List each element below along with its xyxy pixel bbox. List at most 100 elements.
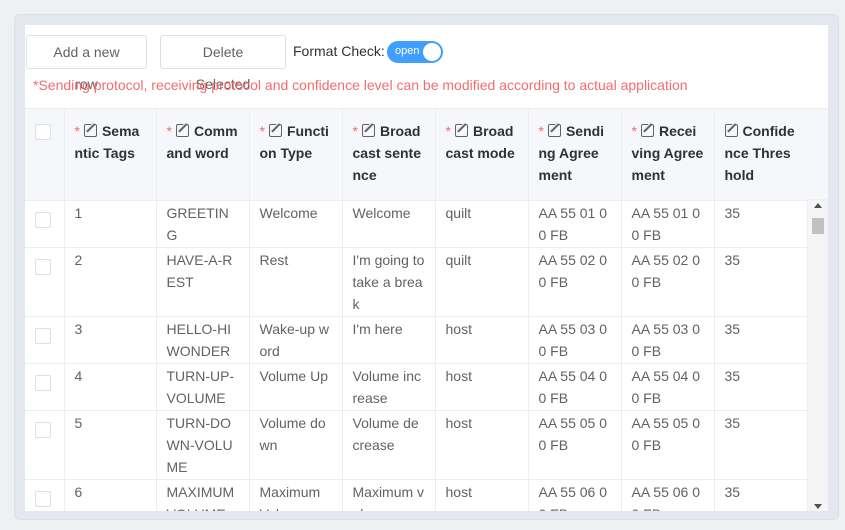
table-cell[interactable]: Welcome bbox=[342, 200, 436, 248]
table-cell[interactable]: host bbox=[435, 316, 529, 364]
row-checkbox[interactable] bbox=[35, 258, 51, 275]
column-header: * Function Type bbox=[249, 109, 343, 201]
table-cell[interactable]: 2 bbox=[64, 247, 157, 317]
table-row[interactable]: 1 GREETING Welcome Welcome quilt AA 55 01 00 … bbox=[25, 200, 808, 248]
notice-text: *Sending protocol, receiving protocol an… bbox=[33, 77, 688, 93]
format-check-toggle[interactable]: open bbox=[387, 41, 443, 63]
row-checkbox[interactable] bbox=[35, 211, 51, 228]
table-cell[interactable]: 35 bbox=[714, 410, 808, 480]
table-cell[interactable]: Rest bbox=[249, 247, 343, 317]
table-row[interactable]: 4 TURN-UP-VOLUME Volume Up Volume increase h… bbox=[25, 363, 808, 411]
edit-icon bbox=[83, 124, 97, 137]
table-cell[interactable]: 4 bbox=[64, 363, 157, 411]
edit-icon bbox=[640, 124, 654, 137]
select-all-checkbox[interactable] bbox=[35, 124, 51, 140]
table-cell[interactable]: host bbox=[435, 363, 529, 411]
edit-icon bbox=[268, 124, 282, 137]
table-cell[interactable]: Volume Up bbox=[249, 363, 343, 411]
scroll-up-arrow-icon[interactable] bbox=[814, 203, 822, 208]
table-cell[interactable]: Welcome bbox=[249, 200, 343, 248]
table-cell[interactable]: host bbox=[435, 410, 529, 480]
toggle-knob bbox=[423, 43, 441, 61]
column-header: Confidence Threshold bbox=[714, 109, 808, 201]
table-cell[interactable]: AA 55 01 00 FB bbox=[528, 200, 622, 248]
column-header: * Broadcast sentence bbox=[342, 109, 436, 201]
row-checkbox[interactable] bbox=[35, 374, 51, 391]
required-marker: * bbox=[445, 123, 451, 139]
row-checkbox[interactable] bbox=[35, 490, 51, 507]
table-cell[interactable]: host bbox=[435, 479, 529, 511]
table-cell[interactable]: 35 bbox=[714, 316, 808, 364]
column-header: * Semantic Tags bbox=[64, 109, 157, 201]
table-cell[interactable]: AA 55 02 00 FB bbox=[528, 247, 622, 317]
table-cell[interactable]: quilt bbox=[435, 247, 529, 317]
header-row: * Semantic Tags * Command word * Function Typ… bbox=[25, 109, 808, 201]
column-header: * Command word bbox=[156, 109, 250, 201]
row-select-cell bbox=[25, 247, 65, 317]
table-cell[interactable]: 35 bbox=[714, 363, 808, 411]
row-checkbox[interactable] bbox=[35, 421, 51, 438]
table-cell[interactable]: AA 55 05 00 FB bbox=[621, 410, 715, 480]
table-cell[interactable]: Maximum Volume bbox=[249, 479, 343, 511]
scroll-down-arrow-icon[interactable] bbox=[814, 504, 822, 509]
table-cell[interactable]: 35 bbox=[714, 200, 808, 248]
row-select-cell bbox=[25, 200, 65, 248]
scroll-thumb[interactable] bbox=[812, 218, 824, 234]
table-cell[interactable]: AA 55 02 00 FB bbox=[621, 247, 715, 317]
table-cell[interactable]: Volume down bbox=[249, 410, 343, 480]
required-marker: * bbox=[166, 123, 172, 139]
row-checkbox[interactable] bbox=[35, 327, 51, 344]
table-row[interactable]: 5 TURN-DOWN-VOLUME Volume down Volume decre… bbox=[25, 410, 808, 480]
table-cell[interactable]: AA 55 06 00 FB bbox=[528, 479, 622, 511]
edit-icon bbox=[175, 124, 189, 137]
table-cell[interactable]: TURN-DOWN-VOLUME bbox=[156, 410, 250, 480]
table-cell[interactable]: 1 bbox=[64, 200, 157, 248]
table-cell[interactable]: TURN-UP-VOLUME bbox=[156, 363, 250, 411]
table-cell[interactable]: AA 55 03 00 FB bbox=[621, 316, 715, 364]
required-marker: * bbox=[538, 123, 544, 139]
table-cell[interactable]: AA 55 04 00 FB bbox=[528, 363, 622, 411]
table-cell[interactable]: AA 55 04 00 FB bbox=[621, 363, 715, 411]
table-cell[interactable]: HELLO-HIWONDER bbox=[156, 316, 250, 364]
row-select-cell bbox=[25, 316, 65, 364]
table-cell[interactable]: AA 55 05 00 FB bbox=[528, 410, 622, 480]
table-cell[interactable]: 35 bbox=[714, 247, 808, 317]
table-row[interactable]: 2 HAVE-A-REST Rest I'm going to take a brea… bbox=[25, 247, 808, 317]
column-header: * Broadcast mode bbox=[435, 109, 529, 201]
column-header: * Receiving Agreement bbox=[621, 109, 715, 201]
row-select-cell bbox=[25, 410, 65, 480]
table-cell[interactable]: GREETING bbox=[156, 200, 250, 248]
header-corner bbox=[807, 109, 828, 200]
content-card: Add a new row Delete Selected Format Che… bbox=[25, 25, 828, 511]
table-row[interactable]: 3 HELLO-HIWONDER Wake-up word I'm here host A… bbox=[25, 316, 808, 364]
table-cell[interactable]: HAVE-A-REST bbox=[156, 247, 250, 317]
vertical-scrollbar[interactable] bbox=[807, 200, 828, 511]
table-cell[interactable]: 3 bbox=[64, 316, 157, 364]
column-header: * Sending Agreement bbox=[528, 109, 622, 201]
table-cell[interactable]: 35 bbox=[714, 479, 808, 511]
table-cell[interactable]: AA 55 01 00 FB bbox=[621, 200, 715, 248]
required-marker: * bbox=[631, 123, 637, 139]
delete-selected-button[interactable]: Delete Selected bbox=[160, 35, 286, 92]
row-select-cell bbox=[25, 479, 65, 511]
table-cell[interactable]: I'm going to take a break bbox=[342, 247, 436, 317]
format-check-state: open bbox=[395, 45, 420, 57]
edit-icon bbox=[361, 124, 375, 137]
edit-icon bbox=[547, 124, 561, 137]
table-cell[interactable]: Volume increase bbox=[342, 363, 436, 411]
table-cell[interactable]: MAXIMUM VOLUME bbox=[156, 479, 250, 511]
table-cell[interactable]: 5 bbox=[64, 410, 157, 480]
table-cell[interactable]: Wake-up word bbox=[249, 316, 343, 364]
toolbar: Add a new row Delete Selected Format Che… bbox=[25, 35, 828, 92]
table-cell[interactable]: 6 bbox=[64, 479, 157, 511]
table-cell[interactable]: quilt bbox=[435, 200, 529, 248]
table-cell[interactable]: AA 55 06 00 FB bbox=[621, 479, 715, 511]
table-cell[interactable]: I'm here bbox=[342, 316, 436, 364]
table-cell[interactable]: Maximum volume bbox=[342, 479, 436, 511]
format-check-label: Format Check: bbox=[293, 43, 385, 59]
table-row[interactable]: 6MAXIMUM VOLUMEMaximum VolumeMaximum vol… bbox=[25, 479, 808, 511]
main-panel: Add a new row Delete Selected Format Che… bbox=[14, 14, 839, 520]
add-row-button[interactable]: Add a new row bbox=[26, 35, 147, 92]
table-cell[interactable]: AA 55 03 00 FB bbox=[528, 316, 622, 364]
table-cell[interactable]: Volume decrease bbox=[342, 410, 436, 480]
